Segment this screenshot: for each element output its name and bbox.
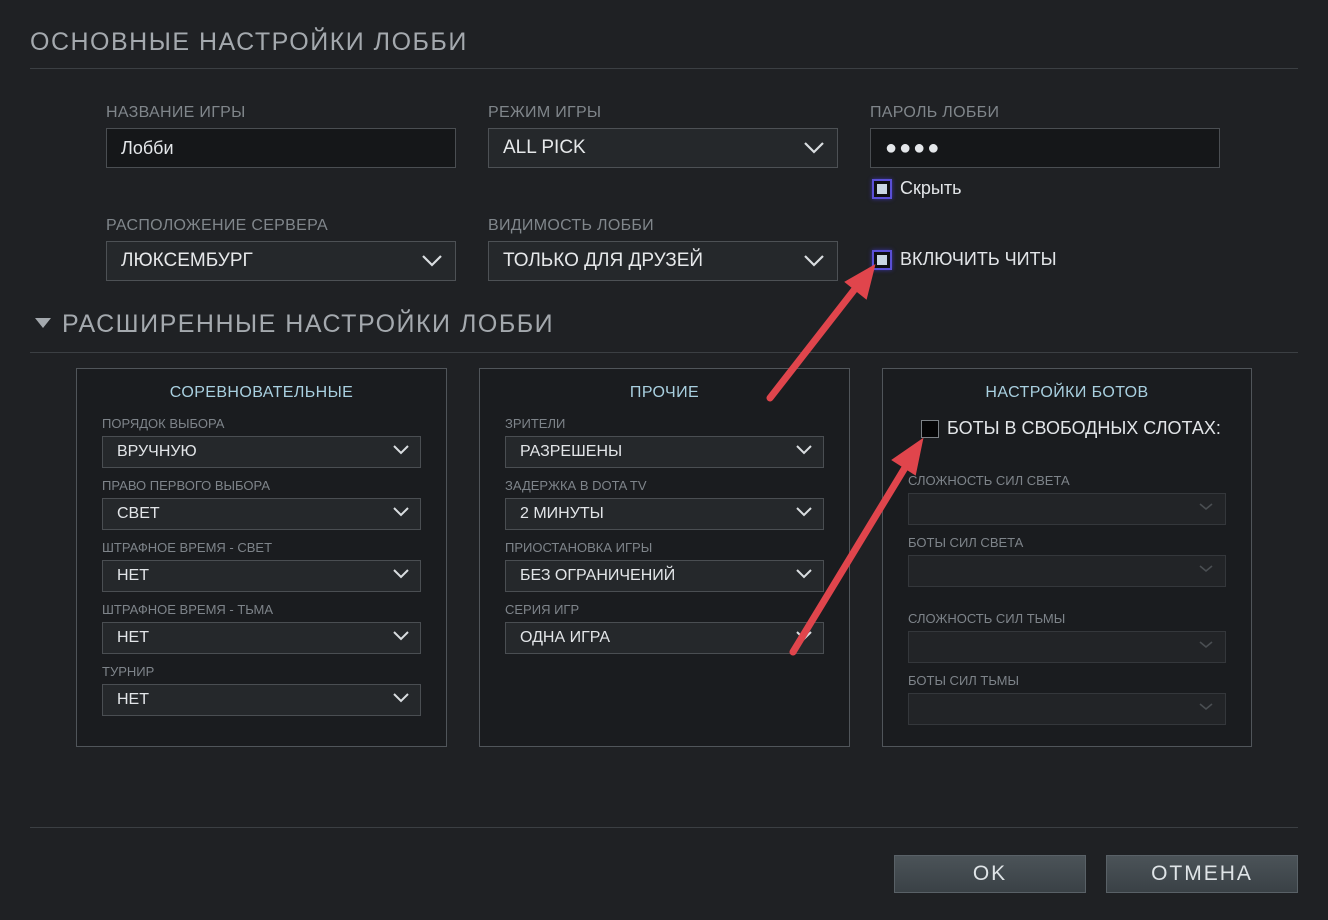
spectators-select[interactable]: РАЗРЕШЕНЫ (505, 436, 824, 468)
pause-value: БЕЗ ОГРАНИЧЕНИЙ (520, 567, 676, 584)
chevron-down-icon (795, 443, 813, 461)
password-input[interactable]: ●●●● (870, 128, 1220, 168)
other-panel-title: ПРОЧИЕ (629, 384, 700, 401)
game-name-input[interactable]: Лобби (106, 128, 456, 168)
tournament-value: НЕТ (117, 691, 149, 708)
chevron-down-icon (803, 141, 825, 155)
other-panel: ПРОЧИЕ ЗРИТЕЛИ РАЗРЕШЕНЫ ЗАДЕРЖКА В DOTA… (479, 368, 850, 747)
competitive-panel: СОРЕВНОВАТЕЛЬНЫЕ ПОРЯДОК ВЫБОРА ВРУЧНУЮ … (76, 368, 447, 747)
pause-select[interactable]: БЕЗ ОГРАНИЧЕНИЙ (505, 560, 824, 592)
bots-fill-checkbox[interactable] (921, 419, 939, 438)
chevron-down-icon (392, 567, 410, 585)
tournament-select[interactable]: НЕТ (102, 684, 421, 716)
radiant-bots-select[interactable] (908, 555, 1226, 587)
dire-difficulty-label: СЛОЖНОСТЬ СИЛ ТЬМЫ (908, 611, 1066, 626)
hide-password-label: Скрыть (900, 178, 962, 198)
bots-panel: НАСТРОЙКИ БОТОВ БОТЫ В СВОБОДНЫХ СЛОТАХ:… (882, 368, 1252, 747)
enable-cheats-row[interactable]: ВКЛЮЧИТЬ ЧИТЫ (872, 249, 1057, 270)
server-label: РАСПОЛОЖЕНИЕ СЕРВЕРА (106, 217, 328, 234)
game-mode-label: РЕЖИМ ИГРЫ (488, 104, 602, 121)
dire-bots-select[interactable] (908, 693, 1226, 725)
chevron-down-icon (421, 254, 443, 268)
spectators-label: ЗРИТЕЛИ (505, 416, 566, 431)
chevron-down-icon (392, 629, 410, 647)
chevron-down-icon (392, 691, 410, 709)
dota-tv-delay-value: 2 МИНУТЫ (520, 505, 604, 522)
game-name-label: НАЗВАНИЕ ИГРЫ (106, 104, 246, 121)
hide-password-row[interactable]: Скрыть (872, 178, 961, 199)
triangle-down-icon (34, 316, 52, 334)
pick-order-label: ПОРЯДОК ВЫБОРА (102, 416, 225, 431)
basic-settings-title: ОСНОВНЫЕ НАСТРОЙКИ ЛОББИ (30, 28, 468, 56)
password-value: ●●●● (885, 136, 942, 159)
server-select[interactable]: ЛЮКСЕМБУРГ (106, 241, 456, 281)
bots-fill-label: БОТЫ В СВОБОДНЫХ СЛОТАХ: (947, 418, 1221, 438)
chevron-down-icon (1197, 700, 1215, 718)
radiant-difficulty-select[interactable] (908, 493, 1226, 525)
advanced-settings-title: РАСШИРЕННЫЕ НАСТРОЙКИ ЛОББИ (62, 310, 555, 338)
game-mode-value: ALL PICK (503, 137, 586, 158)
dota-tv-delay-label: ЗАДЕРЖКА В DOTA TV (505, 478, 647, 493)
arrow-to-cheats-head (844, 263, 876, 300)
dota-tv-delay-select[interactable]: 2 МИНУТЫ (505, 498, 824, 530)
bots-panel-title: НАСТРОЙКИ БОТОВ (985, 384, 1149, 401)
ok-button[interactable]: OK (894, 855, 1086, 893)
penalty-radiant-label: ШТРАФНОЕ ВРЕМЯ - СВЕТ (102, 540, 273, 555)
password-label: ПАРОЛЬ ЛОББИ (870, 104, 1000, 121)
chevron-down-icon (795, 505, 813, 523)
first-pick-value: СВЕТ (117, 505, 160, 522)
pause-label: ПРИОСТАНОВКА ИГРЫ (505, 540, 653, 555)
hide-password-checkbox[interactable] (872, 178, 892, 199)
pick-order-value: ВРУЧНУЮ (117, 443, 197, 460)
penalty-radiant-value: НЕТ (117, 567, 149, 584)
game-name-value: Лобби (121, 137, 174, 158)
visibility-label: ВИДИМОСТЬ ЛОББИ (488, 217, 654, 234)
bots-fill-row[interactable]: БОТЫ В СВОБОДНЫХ СЛОТАХ: (921, 418, 1251, 439)
series-value: ОДНА ИГРА (520, 629, 611, 646)
chevron-down-icon (1197, 562, 1215, 580)
divider-advanced (30, 352, 1298, 353)
radiant-bots-label: БОТЫ СИЛ СВЕТА (908, 535, 1024, 550)
first-pick-label: ПРАВО ПЕРВОГО ВЫБОРА (102, 478, 270, 493)
visibility-value: ТОЛЬКО ДЛЯ ДРУЗЕЙ (503, 250, 704, 271)
penalty-radiant-select[interactable]: НЕТ (102, 560, 421, 592)
chevron-down-icon (803, 254, 825, 268)
chevron-down-icon (392, 443, 410, 461)
penalty-dire-select[interactable]: НЕТ (102, 622, 421, 654)
tournament-label: ТУРНИР (102, 664, 155, 679)
advanced-settings-header[interactable]: РАСШИРЕННЫЕ НАСТРОЙКИ ЛОББИ (34, 310, 554, 339)
chevron-down-icon (392, 505, 410, 523)
first-pick-select[interactable]: СВЕТ (102, 498, 421, 530)
penalty-dire-label: ШТРАФНОЕ ВРЕМЯ - ТЬМА (102, 602, 274, 617)
chevron-down-icon (795, 567, 813, 585)
series-select[interactable]: ОДНА ИГРА (505, 622, 824, 654)
chevron-down-icon (795, 629, 813, 647)
dire-bots-label: БОТЫ СИЛ ТЬМЫ (908, 673, 1019, 688)
competitive-panel-title: СОРЕВНОВАТЕЛЬНЫЕ (169, 384, 354, 401)
enable-cheats-label: ВКЛЮЧИТЬ ЧИТЫ (900, 249, 1057, 269)
chevron-down-icon (1197, 638, 1215, 656)
penalty-dire-value: НЕТ (117, 629, 149, 646)
game-mode-select[interactable]: ALL PICK (488, 128, 838, 168)
cancel-button[interactable]: ОТМЕНА (1106, 855, 1298, 893)
chevron-down-icon (1197, 500, 1215, 518)
spectators-value: РАЗРЕШЕНЫ (520, 443, 623, 460)
server-value: ЛЮКСЕМБУРГ (121, 250, 253, 271)
enable-cheats-checkbox[interactable] (872, 249, 892, 270)
radiant-difficulty-label: СЛОЖНОСТЬ СИЛ СВЕТА (908, 473, 1070, 488)
dire-difficulty-select[interactable] (908, 631, 1226, 663)
series-label: СЕРИЯ ИГР (505, 602, 580, 617)
divider-top (30, 68, 1298, 69)
pick-order-select[interactable]: ВРУЧНУЮ (102, 436, 421, 468)
visibility-select[interactable]: ТОЛЬКО ДЛЯ ДРУЗЕЙ (488, 241, 838, 281)
divider-bottom (30, 827, 1298, 828)
